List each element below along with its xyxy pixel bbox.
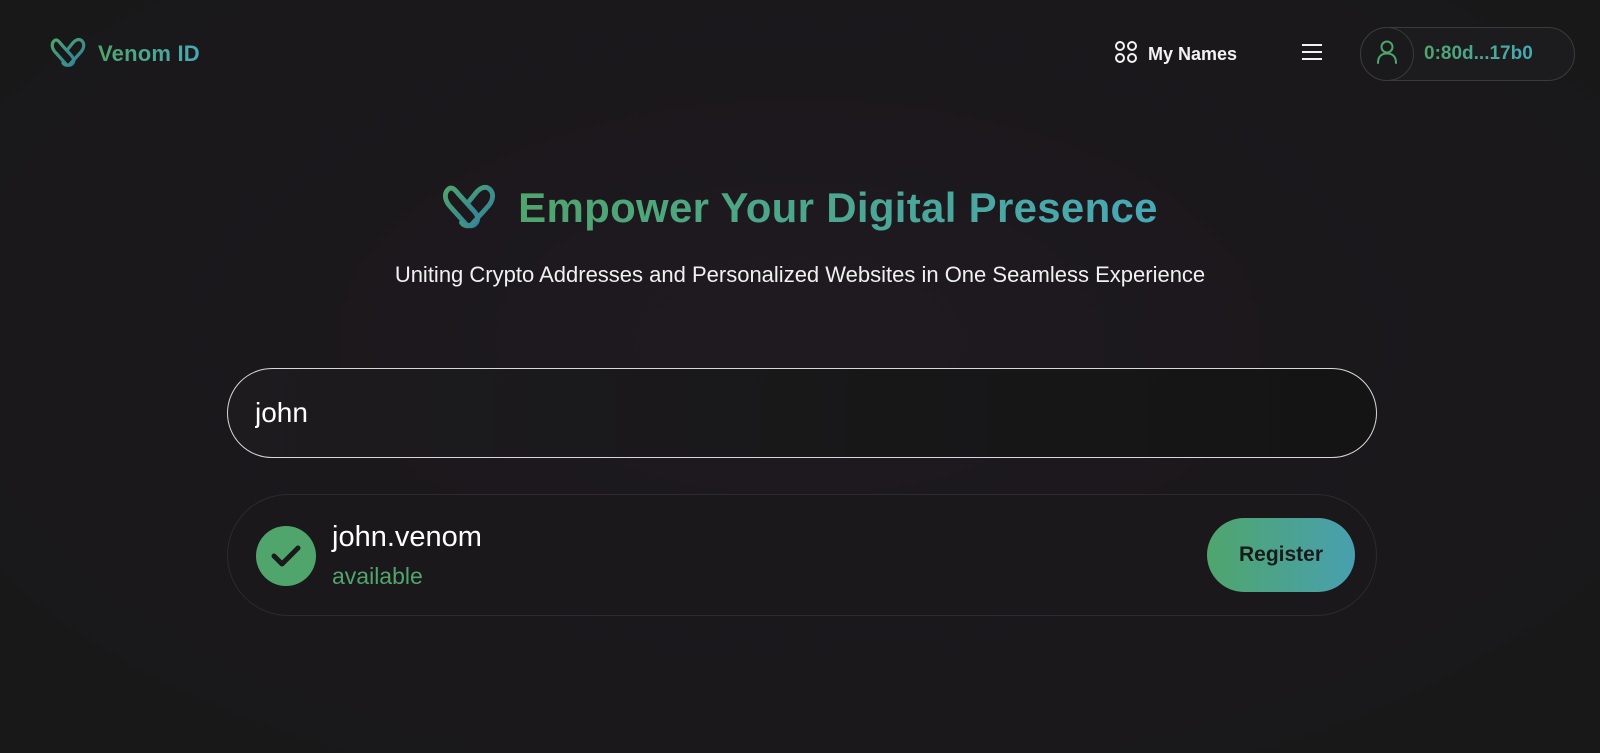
search-result-row: john.venom available Register xyxy=(227,494,1377,616)
my-names-label: My Names xyxy=(1148,43,1238,64)
check-icon xyxy=(256,526,316,586)
brand-logo-link[interactable]: Venom ID xyxy=(50,36,200,72)
wallet-address: 0:80d...17b0 xyxy=(1424,43,1533,64)
availability-status: available xyxy=(332,563,423,589)
my-names-button[interactable]: My Names xyxy=(1114,38,1237,70)
page-subtitle: Uniting Crypto Addresses and Personalize… xyxy=(394,262,1206,287)
search-box xyxy=(227,368,1377,458)
grid-icon xyxy=(1114,40,1138,69)
venom-logo-icon xyxy=(50,36,86,73)
venom-logo-icon xyxy=(442,182,496,235)
hamburger-icon xyxy=(1301,42,1323,67)
user-icon xyxy=(1376,39,1398,70)
domain-name: john.venom xyxy=(332,521,482,553)
top-nav: Venom ID My Names 0:80d...17b0 xyxy=(0,0,1600,108)
wallet-button[interactable]: 0:80d...17b0 xyxy=(1360,27,1575,81)
menu-button[interactable] xyxy=(1296,38,1328,70)
register-button[interactable]: Register xyxy=(1207,518,1355,592)
avatar xyxy=(1360,27,1414,81)
brand-name: Venom ID xyxy=(98,41,200,66)
search-input[interactable] xyxy=(228,369,1376,457)
page-title: Empower Your Digital Presence xyxy=(518,184,1158,231)
hero-heading: Empower Your Digital Presence xyxy=(0,178,1600,238)
